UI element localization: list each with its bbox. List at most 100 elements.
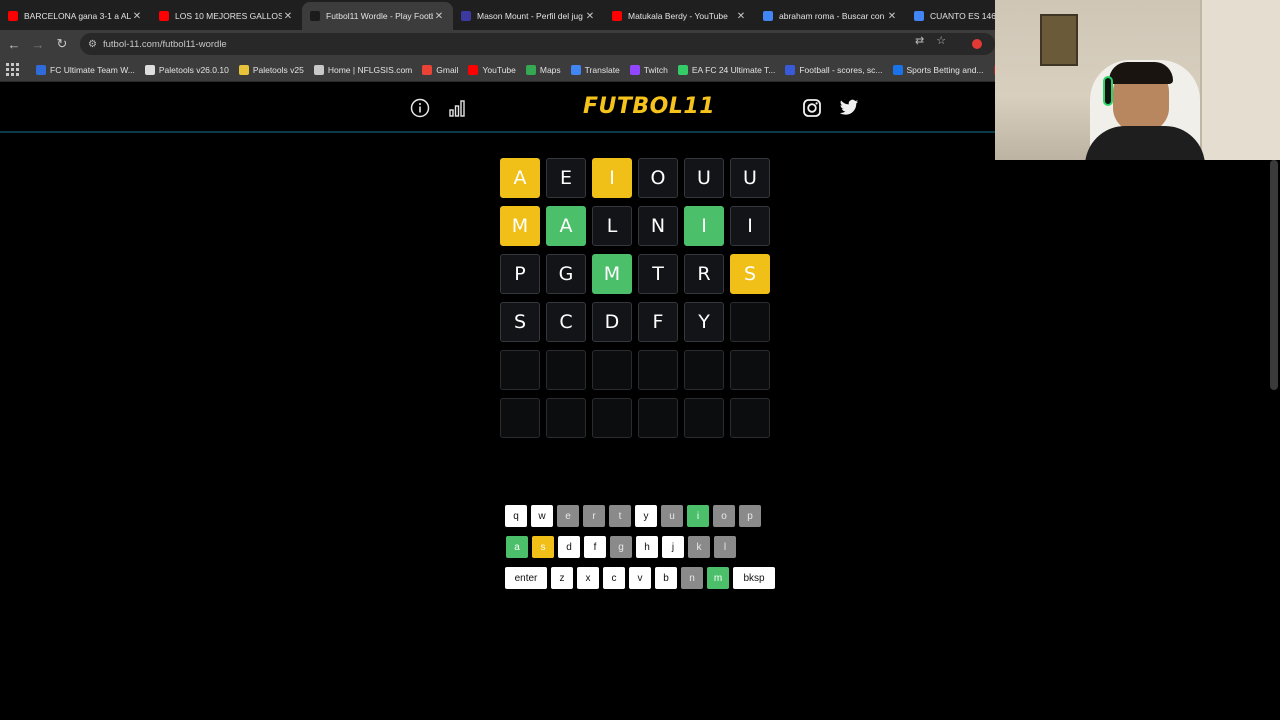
instagram-icon[interactable]: [801, 97, 823, 119]
key-e[interactable]: e: [557, 505, 579, 527]
tab-favicon-icon: [310, 11, 320, 21]
translate-icon[interactable]: ⇄: [915, 34, 924, 47]
twitter-icon[interactable]: [838, 97, 860, 119]
key-f[interactable]: f: [584, 536, 606, 558]
key-s[interactable]: s: [532, 536, 554, 558]
key-d[interactable]: d: [558, 536, 580, 558]
key-z[interactable]: z: [551, 567, 573, 589]
apps-grid-icon[interactable]: [6, 62, 20, 77]
bookmark-label: EA FC 24 Ultimate T...: [691, 64, 776, 75]
key-m[interactable]: m: [707, 567, 729, 589]
key-l[interactable]: l: [714, 536, 736, 558]
tab-close-icon[interactable]: ✕: [886, 11, 898, 22]
tab-close-icon[interactable]: ✕: [131, 11, 143, 22]
letter-tile: P: [500, 254, 540, 294]
address-bar[interactable]: ⚙ futbol-11.com/futbol11-wordle: [80, 33, 995, 55]
bookmark-label: Home | NFLGSIS.com: [327, 64, 413, 75]
tab-close-icon[interactable]: ✕: [433, 11, 445, 22]
letter-tile: I: [730, 206, 770, 246]
key-g[interactable]: g: [610, 536, 632, 558]
stats-icon[interactable]: [446, 97, 468, 119]
letter-tile: U: [684, 158, 724, 198]
bookmark-item[interactable]: Paletools v25: [238, 64, 304, 75]
bookmark-item[interactable]: FC Ultimate Team W...: [36, 64, 135, 75]
key-v[interactable]: v: [629, 567, 651, 589]
tab-favicon-icon: [461, 11, 471, 21]
browser-tab[interactable]: Matukala Berdy - YouTube ✕: [604, 2, 755, 30]
letter-tile: [546, 350, 586, 390]
bookmark-star-icon[interactable]: ☆: [936, 34, 946, 47]
key-r[interactable]: r: [583, 505, 605, 527]
reload-icon[interactable]: ↻: [50, 32, 74, 56]
info-icon[interactable]: [409, 97, 431, 119]
back-icon[interactable]: ←: [2, 32, 26, 56]
bookmark-label: FC Ultimate Team W...: [50, 64, 135, 75]
key-o[interactable]: o: [713, 505, 735, 527]
letter-tile: Y: [684, 302, 724, 342]
background-door: [1200, 0, 1280, 160]
site-logo[interactable]: FUTBOL11: [583, 94, 715, 119]
key-p[interactable]: p: [739, 505, 761, 527]
key-j[interactable]: j: [662, 536, 684, 558]
game-board: AEIOUUMALNIIPGMTRSSCDFY: [500, 158, 770, 438]
bookmark-favicon-icon: [144, 64, 155, 75]
letter-tile: [592, 398, 632, 438]
key-c[interactable]: c: [603, 567, 625, 589]
key-y[interactable]: y: [635, 505, 657, 527]
bookmark-item[interactable]: Sports Betting and...: [892, 64, 984, 75]
bookmark-item[interactable]: Translate: [570, 64, 620, 75]
letter-tile: T: [638, 254, 678, 294]
browser-tab[interactable]: Futbol11 Wordle - Play Footb ✕: [302, 2, 453, 30]
letter-tile: I: [684, 206, 724, 246]
letter-tile: [638, 350, 678, 390]
bookmark-item[interactable]: YouTube: [468, 64, 516, 75]
tab-title: BARCELONA gana 3-1 a ALA: [24, 11, 131, 21]
headset-icon: [1103, 76, 1113, 106]
letter-tile: [638, 398, 678, 438]
letter-tile: [546, 398, 586, 438]
key-n[interactable]: n: [681, 567, 703, 589]
bookmark-item[interactable]: EA FC 24 Ultimate T...: [677, 64, 776, 75]
key-k[interactable]: k: [688, 536, 710, 558]
bookmark-item[interactable]: Paletools v26.0.10: [144, 64, 229, 75]
streamer-hair: [1109, 62, 1173, 84]
forward-icon[interactable]: →: [26, 32, 50, 56]
tab-close-icon[interactable]: ✕: [282, 11, 294, 22]
key-u[interactable]: u: [661, 505, 683, 527]
key-h[interactable]: h: [636, 536, 658, 558]
page-scrollbar[interactable]: [1270, 160, 1278, 390]
keyboard-row: qwertyuiop: [505, 505, 761, 527]
letter-tile: N: [638, 206, 678, 246]
letter-tile: U: [730, 158, 770, 198]
letter-tile: L: [592, 206, 632, 246]
key-w[interactable]: w: [531, 505, 553, 527]
key-t[interactable]: t: [609, 505, 631, 527]
tab-title: Matukala Berdy - YouTube: [628, 11, 728, 21]
bookmark-favicon-icon: [892, 64, 903, 75]
tab-close-icon[interactable]: ✕: [584, 11, 596, 22]
tab-favicon-icon: [612, 11, 622, 21]
browser-tab[interactable]: BARCELONA gana 3-1 a ALA ✕: [0, 2, 151, 30]
bookmark-item[interactable]: Gmail: [422, 64, 458, 75]
letter-tile: A: [546, 206, 586, 246]
key-bksp[interactable]: bksp: [733, 567, 775, 589]
record-icon[interactable]: [972, 39, 982, 49]
browser-tab[interactable]: abraham roma - Buscar con G ✕: [755, 2, 906, 30]
key-b[interactable]: b: [655, 567, 677, 589]
key-a[interactable]: a: [506, 536, 528, 558]
letter-tile: S: [500, 302, 540, 342]
site-info-icon[interactable]: ⚙: [88, 39, 97, 50]
bookmark-item[interactable]: Twitch: [629, 64, 668, 75]
bookmark-item[interactable]: Maps: [525, 64, 561, 75]
url-text: futbol-11.com/futbol11-wordle: [102, 38, 227, 50]
key-x[interactable]: x: [577, 567, 599, 589]
browser-tab[interactable]: Mason Mount - Perfil del jug ✕: [453, 2, 604, 30]
tab-close-icon[interactable]: ✕: [735, 11, 747, 22]
key-q[interactable]: q: [505, 505, 527, 527]
key-enter[interactable]: enter: [505, 567, 547, 589]
tab-favicon-icon: [8, 11, 18, 21]
bookmark-item[interactable]: Football - scores, sc...: [785, 64, 883, 75]
key-i[interactable]: i: [687, 505, 709, 527]
bookmark-item[interactable]: Home | NFLGSIS.com: [313, 64, 413, 75]
browser-tab[interactable]: LOS 10 MEJORES GALLOS | C✕: [151, 2, 302, 30]
